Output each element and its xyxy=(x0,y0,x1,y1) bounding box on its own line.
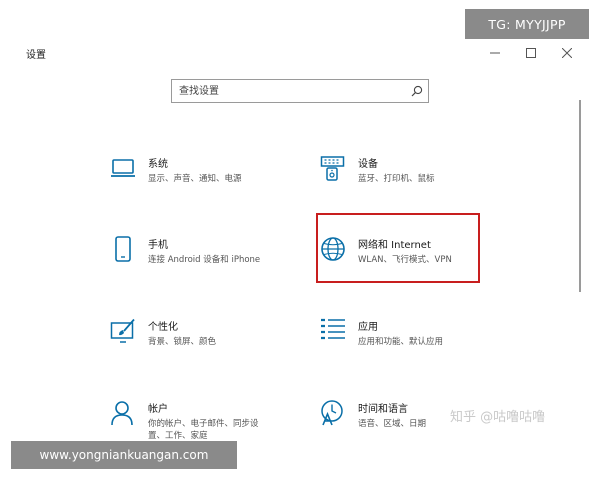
tile-label: 帐户 xyxy=(148,404,168,415)
highlight-box xyxy=(316,213,480,283)
tile-description: 显示、声音、通知、电源 xyxy=(148,174,242,184)
search-box[interactable] xyxy=(171,79,429,103)
close-button[interactable] xyxy=(552,40,582,66)
search-input[interactable] xyxy=(176,82,408,100)
tile-personalization[interactable]: 个性化 背景、锁屏、颜色 xyxy=(110,318,280,370)
person-icon xyxy=(111,401,133,426)
watermark-url: www.yongniankuangan.com xyxy=(11,441,237,469)
scrollbar[interactable] xyxy=(579,100,581,292)
tile-description: 语音、区域、日期 xyxy=(358,419,427,429)
tile-description: 连接 Android 设备和 iPhone xyxy=(148,255,261,265)
watermark-tg: TG: MYYJJPP xyxy=(465,9,589,39)
tile-devices[interactable]: 设备 蓝牙、打印机、鼠标 xyxy=(320,155,490,207)
tile-label: 个性化 xyxy=(148,322,178,333)
personalization-icon xyxy=(110,318,135,343)
maximize-button[interactable] xyxy=(516,40,546,66)
phone-icon xyxy=(115,236,131,262)
maximize-icon xyxy=(526,48,536,58)
time-language-icon xyxy=(321,400,343,426)
tile-label: 应用 xyxy=(358,322,378,333)
tile-description: 蓝牙、打印机、鼠标 xyxy=(358,174,435,184)
minimize-icon xyxy=(490,52,500,54)
search-icon[interactable] xyxy=(411,85,423,97)
apps-list-icon xyxy=(321,318,345,340)
tile-label: 设备 xyxy=(358,159,378,170)
devices-icon xyxy=(320,156,345,181)
close-icon xyxy=(562,48,572,58)
tile-description: 应用和功能、默认应用 xyxy=(358,337,444,347)
tile-description: 你的帐户、电子邮件、同步设 置、工作、家庭 xyxy=(148,419,259,441)
tile-label: 系统 xyxy=(148,159,168,170)
watermark-zhihu: 知乎 @咕噜咕噜 xyxy=(450,410,546,425)
minimize-button[interactable] xyxy=(480,40,510,66)
tile-apps[interactable]: 应用 应用和功能、默认应用 xyxy=(320,318,490,370)
tile-phone[interactable]: 手机 连接 Android 设备和 iPhone xyxy=(110,236,280,288)
tile-label: 手机 xyxy=(148,240,168,251)
tile-label: 时间和语言 xyxy=(358,404,408,415)
laptop-icon xyxy=(111,159,135,177)
window-title: 设置 xyxy=(26,50,46,61)
tile-system[interactable]: 系统 显示、声音、通知、电源 xyxy=(110,155,280,207)
tile-description: 背景、锁屏、颜色 xyxy=(148,337,217,347)
